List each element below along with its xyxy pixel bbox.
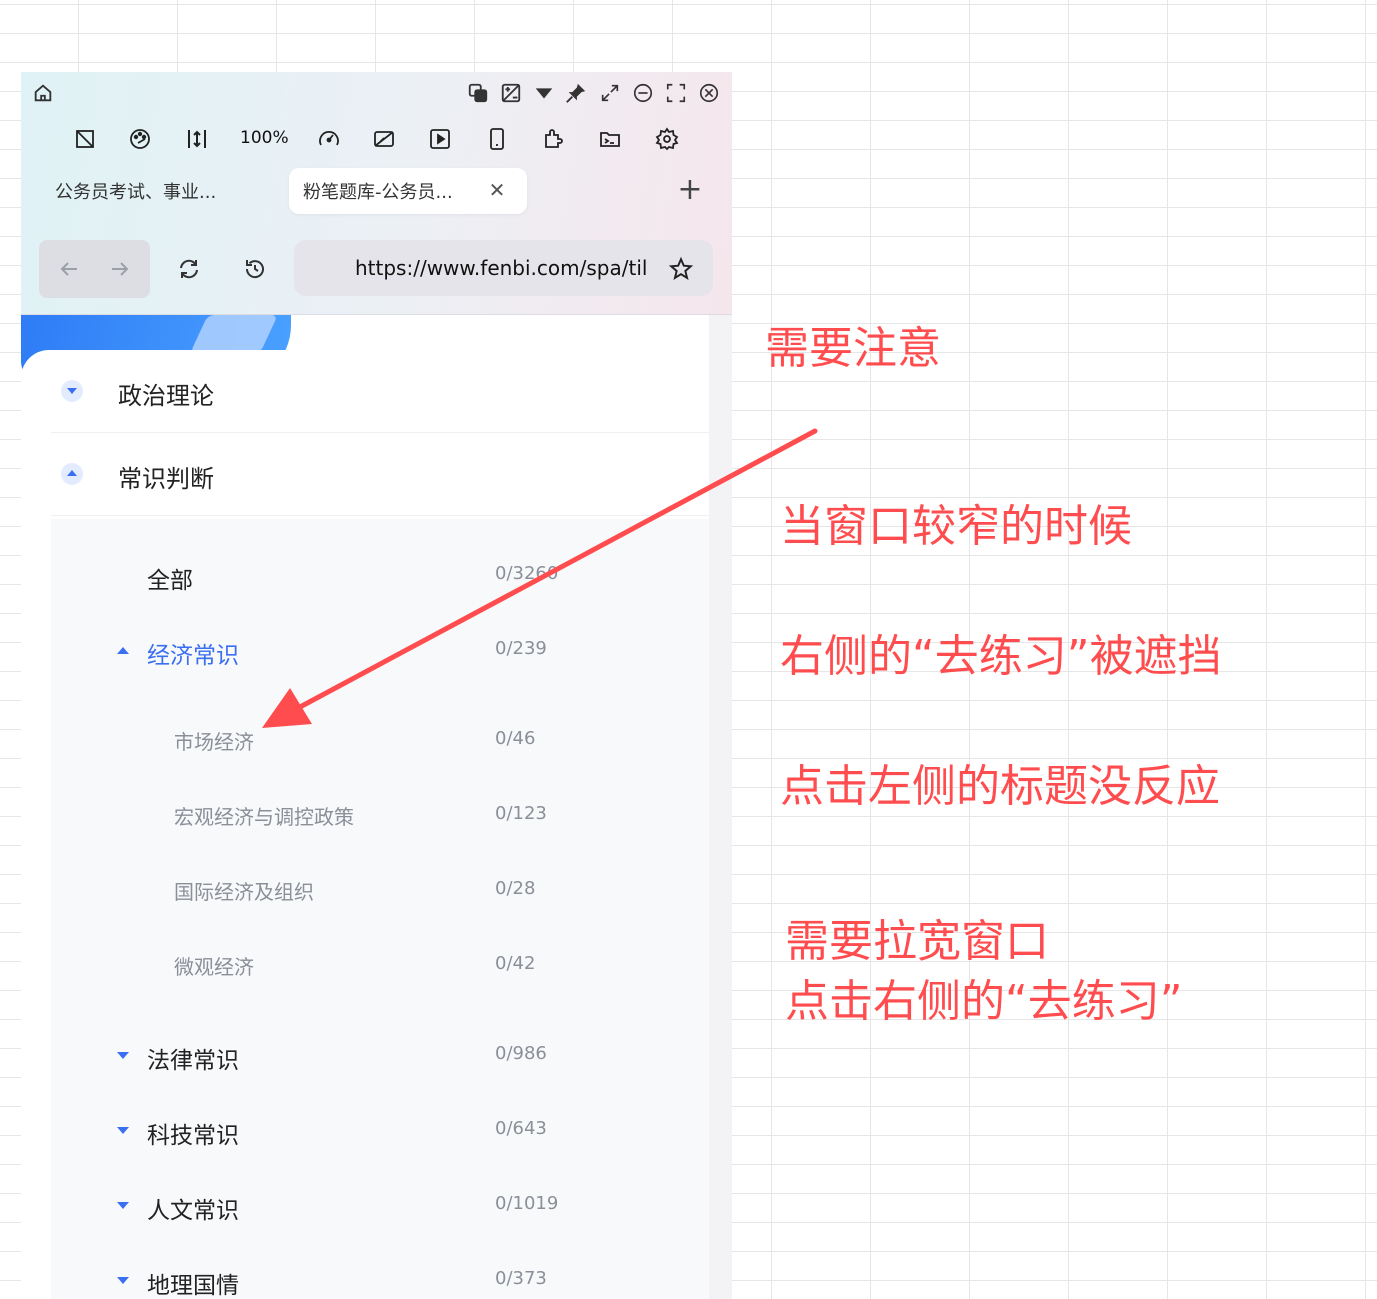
zoom-level[interactable]: 100% bbox=[240, 128, 289, 148]
tree-label[interactable]: 全部 bbox=[147, 561, 193, 595]
section-row[interactable]: 常识判断 bbox=[51, 433, 709, 516]
address-bar[interactable]: https://www.fenbi.com/spa/til bbox=[294, 240, 713, 296]
extension-icon[interactable] bbox=[541, 127, 565, 151]
collapse-arrow-icon[interactable] bbox=[117, 1052, 129, 1059]
annotation-note: 需要注意 bbox=[765, 323, 941, 374]
tree-label[interactable]: 法律常识 bbox=[147, 1041, 239, 1075]
url-text[interactable]: https://www.fenbi.com/spa/til bbox=[355, 256, 647, 280]
text-spacing-icon[interactable] bbox=[185, 127, 209, 151]
section-label[interactable]: 常识判断 bbox=[118, 459, 214, 494]
pin-icon[interactable] bbox=[565, 82, 587, 104]
dropdown-icon[interactable] bbox=[533, 82, 555, 104]
expand-toggle-icon[interactable] bbox=[61, 463, 83, 485]
tree-count: 0/42 bbox=[495, 953, 536, 974]
new-tab-button[interactable]: + bbox=[675, 175, 705, 206]
annotation-note: 右侧的“去练习”被遮挡 bbox=[780, 631, 1222, 682]
speed-icon[interactable] bbox=[317, 127, 341, 151]
tree-row[interactable]: 市场经济 0/46 bbox=[51, 720, 709, 760]
section-label[interactable]: 政治理论 bbox=[118, 376, 214, 411]
back-icon[interactable] bbox=[57, 257, 81, 281]
tab-title: 粉笔题库-公务员... bbox=[303, 182, 453, 203]
tree-label[interactable]: 国际经济及组织 bbox=[174, 876, 314, 905]
collapse-toggle-icon[interactable] bbox=[61, 380, 83, 402]
tree-row[interactable]: 人文常识 0/1019 bbox=[51, 1185, 709, 1225]
tree-row[interactable]: 地理国情 0/373 bbox=[51, 1260, 709, 1299]
tree-row[interactable]: 经济常识 0/239 bbox=[51, 630, 709, 670]
tree-count: 0/28 bbox=[495, 878, 536, 899]
tree-label[interactable]: 地理国情 bbox=[147, 1266, 239, 1299]
browser-chrome: 100% 公务员考试、事业... 粉笔题库-公务员... ✕ + https:/… bbox=[21, 72, 732, 315]
tree-label[interactable]: 市场经济 bbox=[174, 726, 254, 755]
annotation-note: 点击右侧的“去练习” bbox=[785, 976, 1183, 1027]
close-window-icon[interactable] bbox=[698, 82, 720, 104]
palette-icon[interactable] bbox=[128, 127, 152, 151]
tree-count: 0/986 bbox=[495, 1043, 547, 1064]
terminal-icon[interactable] bbox=[598, 127, 622, 151]
star-icon[interactable] bbox=[668, 256, 694, 282]
tab-close-icon[interactable]: ✕ bbox=[487, 179, 507, 201]
annotation-note: 点击左侧的标题没反应 bbox=[780, 761, 1220, 812]
tree-label[interactable]: 微观经济 bbox=[174, 951, 254, 980]
tree-count: 0/643 bbox=[495, 1118, 547, 1139]
tree-row[interactable]: 微观经济 0/42 bbox=[51, 945, 709, 985]
history-icon[interactable] bbox=[243, 257, 267, 281]
tree-count: 0/123 bbox=[495, 803, 547, 824]
tab-active[interactable]: 粉笔题库-公务员... ✕ bbox=[289, 168, 527, 214]
nav-group bbox=[39, 240, 150, 298]
tree-row[interactable]: 法律常识 0/986 bbox=[51, 1035, 709, 1075]
screenshot-icon[interactable] bbox=[372, 127, 396, 151]
annotation-note: 需要拉宽窗口 bbox=[785, 916, 1049, 967]
mobile-icon[interactable] bbox=[485, 127, 509, 151]
tree-label[interactable]: 经济常识 bbox=[147, 636, 239, 670]
section-row[interactable]: 政治理论 bbox=[51, 350, 709, 433]
tab-title: 公务员考试、事业... bbox=[55, 182, 217, 203]
tree-count: 0/373 bbox=[495, 1268, 547, 1289]
tree-label[interactable]: 宏观经济与调控政策 bbox=[174, 801, 354, 830]
tree-label[interactable]: 人文常识 bbox=[147, 1191, 239, 1225]
collapse-arrow-icon[interactable] bbox=[117, 1277, 129, 1284]
forward-icon[interactable] bbox=[108, 257, 132, 281]
image-compare-icon[interactable] bbox=[500, 82, 522, 104]
tree-count: 0/3260 bbox=[495, 563, 559, 584]
collapse-arrow-icon[interactable] bbox=[117, 1202, 129, 1209]
fullscreen-icon[interactable] bbox=[665, 82, 687, 104]
category-tree: 全部 0/3260 经济常识 0/239 市场经济 0/46 宏观经济与调控政策… bbox=[51, 519, 709, 1299]
collapse-arrow-icon[interactable] bbox=[117, 1127, 129, 1134]
browser-window: 100% 公务员考试、事业... 粉笔题库-公务员... ✕ + https:/… bbox=[21, 72, 732, 1299]
tree-count: 0/46 bbox=[495, 728, 536, 749]
expand-arrow-icon[interactable] bbox=[117, 647, 129, 654]
settings-icon[interactable] bbox=[655, 127, 679, 151]
no-image-icon[interactable] bbox=[73, 127, 97, 151]
tree-row[interactable]: 科技常识 0/643 bbox=[51, 1110, 709, 1150]
tab-inactive[interactable]: 公务员考试、事业... bbox=[55, 168, 255, 214]
video-icon[interactable] bbox=[428, 127, 452, 151]
tree-row[interactable]: 国际经济及组织 0/28 bbox=[51, 870, 709, 910]
copy-icon[interactable] bbox=[467, 82, 489, 104]
resize-icon[interactable] bbox=[599, 82, 621, 104]
tree-label[interactable]: 科技常识 bbox=[147, 1116, 239, 1150]
home-icon[interactable] bbox=[32, 82, 54, 104]
scrollbar[interactable] bbox=[709, 315, 732, 1299]
refresh-icon[interactable] bbox=[177, 257, 201, 281]
annotation-note: 当窗口较窄的时候 bbox=[780, 501, 1132, 552]
tree-row[interactable]: 宏观经济与调控政策 0/123 bbox=[51, 795, 709, 835]
tree-row[interactable]: 全部 0/3260 bbox=[51, 555, 709, 595]
tree-count: 0/239 bbox=[495, 638, 547, 659]
minimize-icon[interactable] bbox=[632, 82, 654, 104]
tree-count: 0/1019 bbox=[495, 1193, 559, 1214]
